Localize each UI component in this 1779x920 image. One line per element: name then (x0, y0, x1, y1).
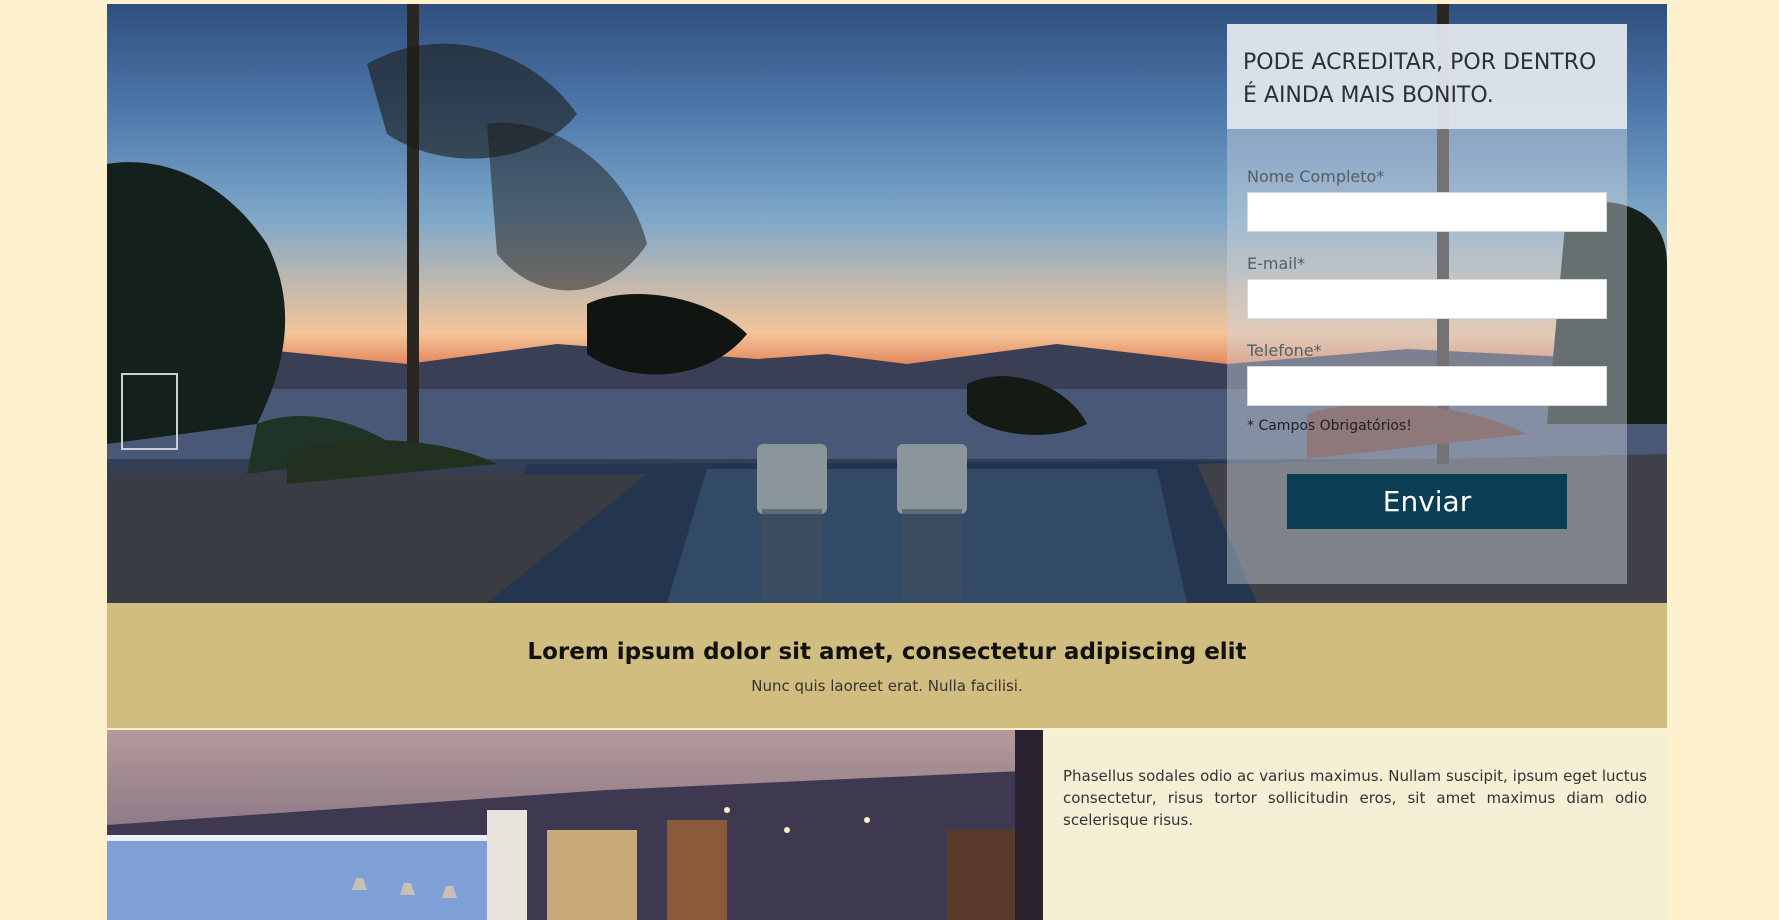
submit-button[interactable]: Enviar (1287, 474, 1567, 529)
email-label: E-mail* (1247, 254, 1306, 273)
headline-band: Lorem ipsum dolor sit amet, consectetur … (107, 603, 1667, 728)
required-fields-note: * Campos Obrigatórios! (1247, 418, 1412, 434)
phone-label: Telefone* (1247, 341, 1322, 360)
full-name-input[interactable] (1247, 192, 1607, 232)
contact-form: Nome Completo* E-mail* Telefone* * Campo… (1227, 129, 1627, 529)
band-title: Lorem ipsum dolor sit amet, consectetur … (527, 639, 1247, 665)
feature-section: Phasellus sodales odio ac varius maximus… (107, 730, 1667, 920)
band-subtitle: Nunc quis laoreet erat. Nulla facilisi. (751, 677, 1023, 695)
form-title: PODE ACREDITAR, POR DENTRO É AINDA MAIS … (1243, 50, 1597, 108)
contact-form-panel: PODE ACREDITAR, POR DENTRO É AINDA MAIS … (1227, 24, 1627, 584)
form-header: PODE ACREDITAR, POR DENTRO É AINDA MAIS … (1227, 24, 1627, 129)
page-container: PODE ACREDITAR, POR DENTRO É AINDA MAIS … (107, 4, 1667, 920)
email-input[interactable] (1247, 279, 1607, 319)
interior-image (107, 730, 1043, 920)
full-name-label: Nome Completo* (1247, 167, 1385, 186)
hero-section: PODE ACREDITAR, POR DENTRO É AINDA MAIS … (107, 4, 1667, 603)
phone-input[interactable] (1247, 366, 1607, 406)
feature-text: Phasellus sodales odio ac varius maximus… (1063, 767, 1647, 829)
